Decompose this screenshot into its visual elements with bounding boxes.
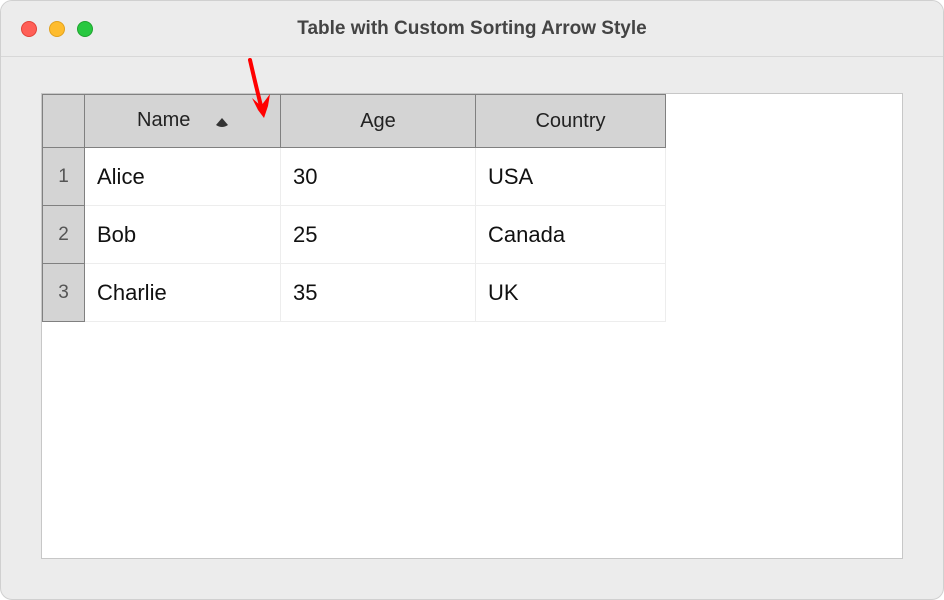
close-icon[interactable] xyxy=(21,21,37,37)
cell-name[interactable]: Bob xyxy=(85,206,281,264)
sort-arrow-icon xyxy=(216,110,228,133)
cell-country[interactable]: UK xyxy=(476,264,666,322)
table-row: 3 Charlie 35 UK xyxy=(43,264,666,322)
column-header-age[interactable]: Age xyxy=(281,95,476,148)
traffic-lights xyxy=(21,21,93,37)
cell-country[interactable]: USA xyxy=(476,148,666,206)
row-header[interactable]: 1 xyxy=(43,148,85,206)
titlebar: Table with Custom Sorting Arrow Style xyxy=(1,1,943,57)
cell-age[interactable]: 25 xyxy=(281,206,476,264)
content-area: Name Age Country xyxy=(1,57,943,599)
cell-age[interactable]: 35 xyxy=(281,264,476,322)
table-frame: Name Age Country xyxy=(41,93,903,559)
data-table: Name Age Country xyxy=(42,94,666,322)
table-row: 2 Bob 25 Canada xyxy=(43,206,666,264)
app-window: Table with Custom Sorting Arrow Style Na… xyxy=(0,0,944,600)
row-header[interactable]: 3 xyxy=(43,264,85,322)
cell-name[interactable]: Alice xyxy=(85,148,281,206)
minimize-icon[interactable] xyxy=(49,21,65,37)
row-header[interactable]: 2 xyxy=(43,206,85,264)
column-header-name[interactable]: Name xyxy=(85,95,281,148)
column-header-label: Age xyxy=(360,110,396,132)
table-corner[interactable] xyxy=(43,95,85,148)
cell-name[interactable]: Charlie xyxy=(85,264,281,322)
table-row: 1 Alice 30 USA xyxy=(43,148,666,206)
column-header-label: Name xyxy=(137,109,190,131)
cell-country[interactable]: Canada xyxy=(476,206,666,264)
column-header-country[interactable]: Country xyxy=(476,95,666,148)
cell-age[interactable]: 30 xyxy=(281,148,476,206)
column-header-label: Country xyxy=(535,110,605,132)
window-title: Table with Custom Sorting Arrow Style xyxy=(21,18,923,40)
maximize-icon[interactable] xyxy=(77,21,93,37)
